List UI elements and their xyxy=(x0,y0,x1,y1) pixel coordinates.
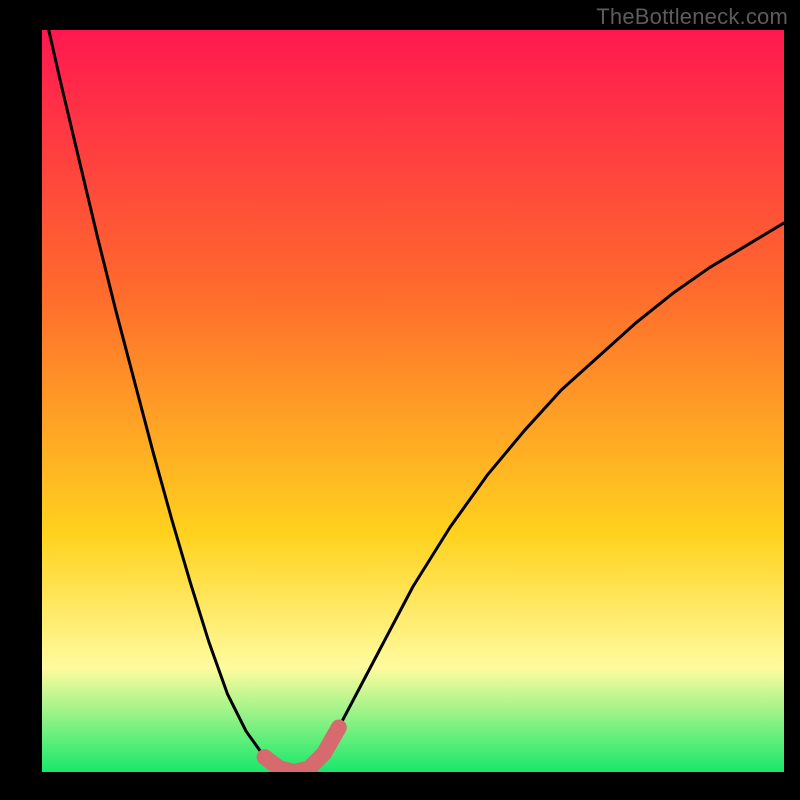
watermark-text: TheBottleneck.com xyxy=(596,4,788,30)
chart-stage: TheBottleneck.com xyxy=(0,0,800,800)
bottleneck-chart xyxy=(0,0,800,800)
plot-background xyxy=(42,30,784,772)
